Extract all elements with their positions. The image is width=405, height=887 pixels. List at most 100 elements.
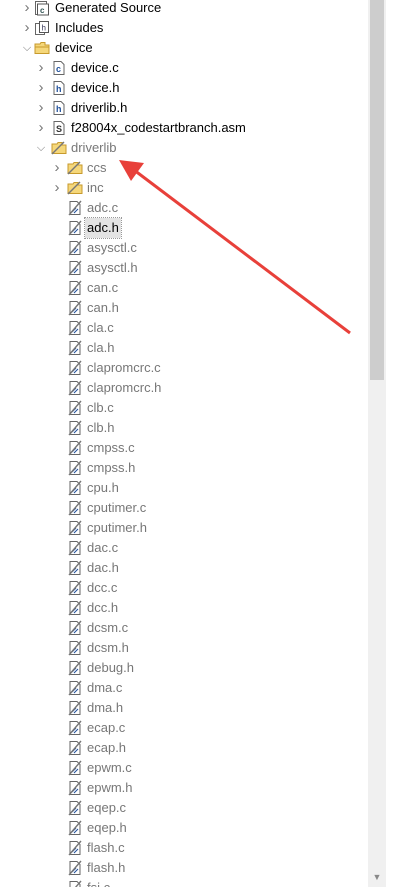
tree-item[interactable]: › h device.h: [0, 78, 368, 98]
tree-item[interactable]: ⌵ driverlib: [0, 138, 368, 158]
tree-item-label: dac.c: [87, 540, 119, 555]
tree-item[interactable]: cputimer.h: [0, 518, 368, 538]
tree-item[interactable]: ecap.h: [0, 738, 368, 758]
tree-item[interactable]: dcsm.c: [0, 618, 368, 638]
tree-item[interactable]: can.c: [0, 278, 368, 298]
tree-item-label: cmpss.c: [87, 440, 135, 455]
tree-item[interactable]: dac.h: [0, 558, 368, 578]
tree-item[interactable]: asysctl.c: [0, 238, 368, 258]
tree-item[interactable]: clapromcrc.c: [0, 358, 368, 378]
tree-item-label: ecap.c: [87, 720, 126, 735]
tree-item[interactable]: cputimer.c: [0, 498, 368, 518]
chevron-down-icon[interactable]: ⌵: [20, 38, 34, 58]
excluded-file-icon: [67, 600, 83, 616]
chevron-right-icon[interactable]: ›: [34, 118, 48, 138]
excluded-file-icon: [67, 820, 83, 836]
h-file-icon: h: [51, 100, 67, 116]
tree-item[interactable]: clapromcrc.h: [0, 378, 368, 398]
chevron-right-icon[interactable]: ›: [50, 158, 64, 178]
chevron-right-icon[interactable]: ›: [50, 178, 64, 198]
tree-item-label: eqep.c: [87, 800, 127, 815]
tree-item-label: f28004x_codestartbranch.asm: [71, 120, 246, 135]
tree-item-label: cputimer.h: [87, 520, 147, 535]
excluded-file-icon: [67, 440, 83, 456]
tree-item-label: adc.c: [87, 200, 119, 215]
tree-item[interactable]: flash.c: [0, 838, 368, 858]
tree-item[interactable]: › ccs: [0, 158, 368, 178]
tree-item-label: ecap.h: [87, 740, 127, 755]
excluded-file-icon: [67, 840, 83, 856]
excluded-file-icon: [67, 480, 83, 496]
tree-item-label: cla.c: [87, 320, 114, 335]
tree-item[interactable]: flash.h: [0, 858, 368, 878]
tree-item-label: can.c: [87, 280, 119, 295]
tree-item[interactable]: ecap.c: [0, 718, 368, 738]
tree-item[interactable]: dcc.h: [0, 598, 368, 618]
tree-item[interactable]: fsi.c: [0, 878, 368, 887]
asm-file-icon: S: [51, 120, 67, 136]
excluded-file-icon: [67, 640, 83, 656]
excluded-file-icon: [67, 860, 83, 876]
tree-item[interactable]: cmpss.h: [0, 458, 368, 478]
tree-item[interactable]: adc.c: [0, 198, 368, 218]
tree-item-label: clapromcrc.h: [87, 380, 162, 395]
project-explorer-tree: › c Generated Source › h Includes ⌵ device › c dev…: [0, 0, 368, 887]
excluded-file-icon: [67, 360, 83, 376]
tree-item[interactable]: dma.h: [0, 698, 368, 718]
tree-item[interactable]: asysctl.h: [0, 258, 368, 278]
tree-item[interactable]: › inc: [0, 178, 368, 198]
tree-item[interactable]: › Sf28004x_codestartbranch.asm: [0, 118, 368, 138]
tree-item[interactable]: › h Includes: [0, 18, 368, 38]
chevron-right-icon[interactable]: ›: [20, 18, 34, 38]
tree-item-label: fsi.c: [85, 878, 112, 887]
scroll-down-button[interactable]: ▼: [368, 868, 386, 886]
excluded-file-icon: [67, 260, 83, 276]
chevron-down-icon[interactable]: ⌵: [34, 138, 48, 158]
svg-text:h: h: [56, 104, 62, 114]
excluded-file-icon: [67, 380, 83, 396]
tree-item[interactable]: cla.c: [0, 318, 368, 338]
tree-item[interactable]: clb.c: [0, 398, 368, 418]
h-file-icon: h: [51, 80, 67, 96]
tree-item[interactable]: dac.c: [0, 538, 368, 558]
tree-item-label: dma.c: [87, 680, 123, 695]
tree-item[interactable]: dcsm.h: [0, 638, 368, 658]
tree-item[interactable]: dcc.c: [0, 578, 368, 598]
tree-item[interactable]: adc.h: [0, 217, 368, 239]
tree-item-label: dcsm.h: [87, 640, 129, 655]
tree-item-label: Includes: [55, 20, 104, 35]
chevron-right-icon[interactable]: ›: [20, 0, 34, 18]
tree-item[interactable]: eqep.c: [0, 798, 368, 818]
tree-item[interactable]: clb.h: [0, 418, 368, 438]
chevron-right-icon[interactable]: ›: [34, 58, 48, 78]
tree-item-label: cputimer.c: [87, 500, 147, 515]
tree-item-label: debug.h: [87, 660, 134, 675]
tree-item[interactable]: eqep.h: [0, 818, 368, 838]
scrollbar-thumb[interactable]: [370, 0, 384, 380]
folder-icon: [34, 40, 50, 56]
svg-text:h: h: [56, 84, 62, 94]
tree-item[interactable]: cla.h: [0, 338, 368, 358]
excluded-file-icon: [67, 720, 83, 736]
tree-item-label: dcc.c: [87, 580, 118, 595]
excluded-folder-icon: [67, 180, 83, 196]
tree-item[interactable]: › c device.c: [0, 58, 368, 78]
chevron-right-icon[interactable]: ›: [34, 78, 48, 98]
tree-item[interactable]: cmpss.c: [0, 438, 368, 458]
svg-text:S: S: [56, 124, 62, 134]
excluded-file-icon: [67, 660, 83, 676]
tree-item-label: driverlib.h: [71, 100, 128, 115]
tree-item[interactable]: ⌵ device: [0, 38, 368, 58]
tree-item[interactable]: epwm.h: [0, 778, 368, 798]
excluded-file-icon: [67, 220, 83, 236]
excluded-file-icon: [67, 240, 83, 256]
chevron-right-icon[interactable]: ›: [34, 98, 48, 118]
excluded-file-icon: [67, 740, 83, 756]
tree-item[interactable]: › c Generated Source: [0, 0, 368, 18]
tree-item[interactable]: cpu.h: [0, 478, 368, 498]
tree-item[interactable]: can.h: [0, 298, 368, 318]
tree-item[interactable]: dma.c: [0, 678, 368, 698]
tree-item[interactable]: debug.h: [0, 658, 368, 678]
tree-item[interactable]: › h driverlib.h: [0, 98, 368, 118]
tree-item[interactable]: epwm.c: [0, 758, 368, 778]
